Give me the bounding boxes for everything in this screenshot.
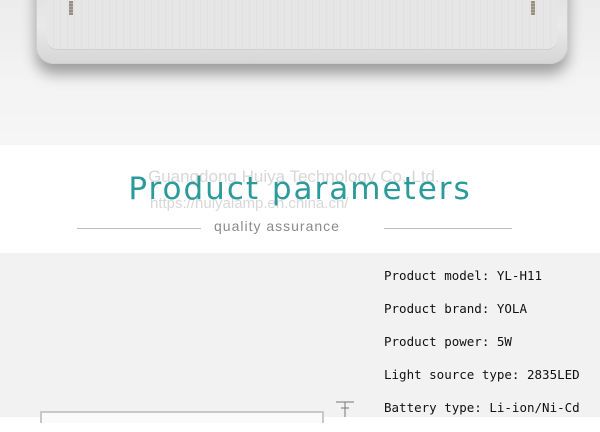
watermark-url: https://huiyalamp.en.china.cn/ — [150, 195, 349, 212]
section-subtitle: quality assurance — [214, 218, 340, 234]
parameter-model: Product model: YL-H11 — [384, 268, 543, 283]
emergency-lamp-image — [36, 0, 568, 64]
divider-right — [384, 228, 512, 229]
dimension-marker-icon — [336, 401, 354, 417]
parameter-list: Product model: YL-H11 Product brand: YOL… — [384, 267, 580, 432]
lamp-screw-left — [69, 1, 73, 15]
lamp-screw-right — [531, 1, 535, 15]
parameters-section: Product model: YL-H11 Product brand: YOL… — [0, 253, 600, 423]
section-heading: Guangdong Huiya Technology Co.,Ltd. Prod… — [0, 145, 600, 253]
product-photo — [0, 0, 600, 145]
parameter-power: Product power: 5W — [384, 334, 512, 349]
parameter-brand: Product brand: YOLA — [384, 301, 527, 316]
lamp-preview-image — [40, 411, 324, 423]
divider-left — [77, 228, 201, 229]
parameter-light-source: Light source type: 2835LED — [384, 367, 580, 382]
lamp-diffuser — [47, 0, 557, 50]
parameter-battery: Battery type: Li-ion/Ni-Cd — [384, 400, 580, 415]
